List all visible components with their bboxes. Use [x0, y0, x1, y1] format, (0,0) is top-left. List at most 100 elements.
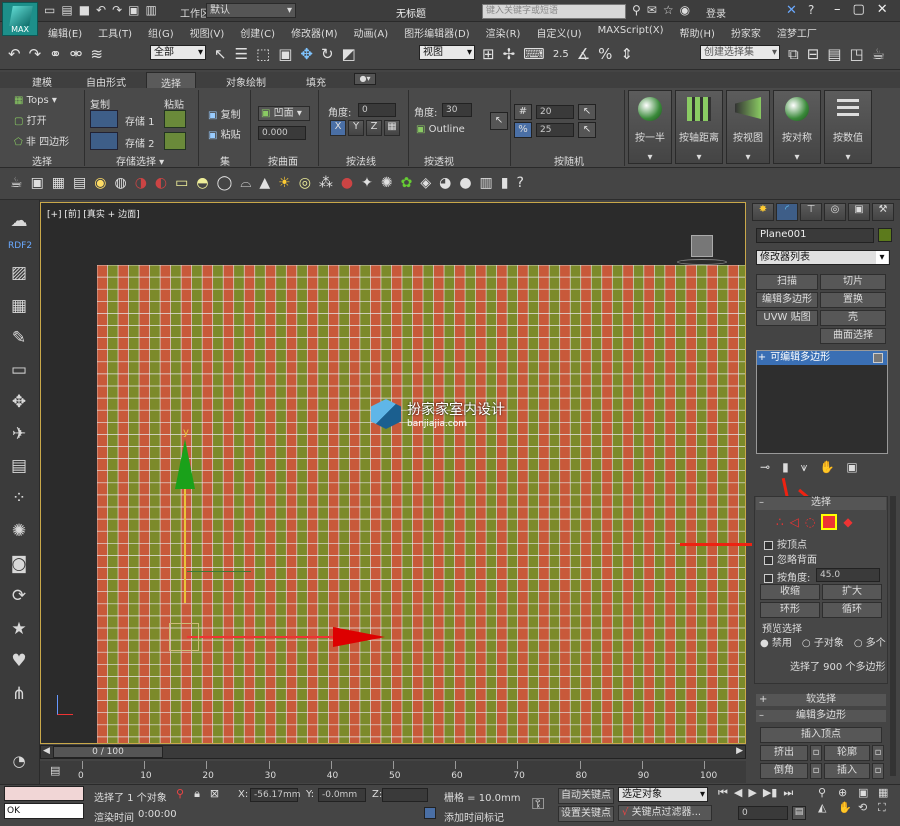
- ignore-back-checkbox[interactable]: 忽略背面: [764, 551, 817, 566]
- selection-filter-dropdown[interactable]: 全部 ▾: [150, 45, 206, 60]
- viewport-label[interactable]: [+] [前] [真实 + 边面]: [47, 207, 140, 220]
- display-tab-icon[interactable]: ▣: [848, 203, 870, 221]
- ref-coord-dropdown[interactable]: 视图 ▾: [419, 45, 475, 60]
- pivot-icon[interactable]: ⊞: [482, 45, 495, 63]
- edit-poly-button[interactable]: 编辑多边形: [756, 292, 818, 308]
- share-icon[interactable]: ⋔: [8, 683, 30, 705]
- set-paste-button[interactable]: ▣ 粘贴: [208, 126, 241, 141]
- key-mode-dropdown[interactable]: 选定对象 ▾: [618, 787, 708, 802]
- slice-button[interactable]: 切片: [820, 274, 886, 290]
- outline-settings-button[interactable]: ▫: [872, 745, 884, 761]
- sun-icon[interactable]: ☀: [278, 175, 291, 191]
- show-result-icon[interactable]: ▮: [782, 460, 789, 475]
- window-crossing-icon[interactable]: ▣: [278, 45, 292, 63]
- store1-paste-button[interactable]: [164, 110, 186, 128]
- y-coordinate-field[interactable]: -0.0mm: [318, 788, 366, 802]
- login-link[interactable]: 登录: [706, 5, 726, 20]
- hierarchy-tab-icon[interactable]: ⊤: [800, 203, 822, 221]
- link-icon[interactable]: ⚭: [49, 45, 62, 63]
- edit-icon[interactable]: ✎: [8, 327, 30, 349]
- select-by-name-icon[interactable]: ☰: [235, 45, 248, 63]
- render-table-icon[interactable]: ▤: [73, 175, 86, 191]
- absolute-mode-icon[interactable]: ⊠: [210, 787, 219, 801]
- create-tab-icon[interactable]: ✸: [752, 203, 774, 221]
- viewport[interactable]: [+] [前] [真实 + 边面] y 扮家家室内设计 banjiajia.co…: [40, 202, 746, 744]
- inset-button[interactable]: 插入: [824, 763, 870, 779]
- x-coordinate-field[interactable]: -56.17mm: [250, 788, 301, 802]
- menu-item[interactable]: 工具(T): [90, 22, 140, 40]
- select-move-icon[interactable]: ✥: [300, 45, 313, 63]
- object-name-field[interactable]: Plane001: [756, 228, 874, 243]
- edge-icon[interactable]: ◁: [790, 515, 799, 529]
- tab-freeform[interactable]: 自由形式: [86, 74, 126, 89]
- modifier-stack-item[interactable]: + 可编辑多边形: [757, 351, 887, 365]
- maximize-icon[interactable]: ▢: [853, 2, 865, 17]
- big-button-symmetry[interactable]: 按对称 ▾: [773, 90, 821, 164]
- open-button[interactable]: 打开: [27, 116, 47, 127]
- sphere-light-icon[interactable]: ◯: [217, 175, 233, 191]
- rdf-cloud-icon[interactable]: ☁: [8, 210, 30, 232]
- random-select-icon[interactable]: ↖: [578, 104, 596, 120]
- auto-key-button[interactable]: 自动关键点: [558, 788, 614, 804]
- cone-icon[interactable]: ▲: [259, 175, 270, 191]
- help-circle-icon[interactable]: ?: [517, 175, 524, 191]
- save-render-icon[interactable]: ▮: [501, 175, 509, 191]
- user-icon[interactable]: ◉: [680, 3, 690, 17]
- store1-copy-button[interactable]: [90, 110, 118, 128]
- zoom-extents-icon[interactable]: ▣: [858, 786, 876, 799]
- normal-angle-field[interactable]: 0: [358, 103, 396, 117]
- snap-toggle-icon[interactable]: 2.5: [553, 49, 569, 60]
- displace-button[interactable]: 置换: [820, 292, 886, 308]
- menu-item[interactable]: 渲染(R): [478, 22, 529, 40]
- time-config-icon[interactable]: ▤: [792, 806, 806, 820]
- material-editor-icon[interactable]: ▦: [52, 175, 65, 191]
- displacement-icon[interactable]: ✦: [361, 175, 373, 191]
- settings-icon[interactable]: ✺: [8, 520, 30, 542]
- ox-icon[interactable]: ◕: [439, 175, 451, 191]
- teapot-icon[interactable]: ☕: [872, 45, 885, 63]
- go-start-icon[interactable]: ⏮: [718, 786, 728, 800]
- camera-icon[interactable]: ◙: [8, 553, 30, 575]
- render-setup-icon[interactable]: ◳: [849, 45, 863, 63]
- vertex-icon[interactable]: ∴: [776, 515, 784, 529]
- store2-paste-button[interactable]: [164, 132, 186, 150]
- angle-field[interactable]: 45.0: [816, 568, 880, 582]
- basket-icon[interactable]: ⌓: [240, 175, 251, 191]
- communication-icon[interactable]: ✉: [647, 3, 657, 17]
- axis-z-button[interactable]: Z: [366, 120, 382, 136]
- select-rotate-icon[interactable]: ↻: [321, 45, 334, 63]
- binoculars-icon[interactable]: ⚲: [632, 3, 641, 17]
- prev-frame-icon[interactable]: ◀: [43, 746, 50, 756]
- named-selection-dropdown[interactable]: 创建选择集 ▾: [700, 45, 780, 60]
- zoom-extents-all-icon[interactable]: ▦: [878, 786, 896, 799]
- configure-sets-icon[interactable]: ▣: [846, 460, 857, 475]
- tops-button[interactable]: Tops: [27, 95, 49, 106]
- pan-icon[interactable]: ✋: [838, 801, 856, 815]
- menu-item[interactable]: 渲梦工厂: [769, 22, 825, 40]
- surface-value-field[interactable]: 0.000: [258, 126, 306, 140]
- dome-icon[interactable]: ◓: [196, 175, 208, 191]
- key-filters-button[interactable]: √ 关键点过滤器...: [618, 805, 712, 821]
- unlink-icon[interactable]: ⚮: [70, 45, 83, 63]
- uvw-map-button[interactable]: UVW 贴图: [756, 310, 818, 326]
- viewcube[interactable]: [691, 235, 713, 257]
- menu-item[interactable]: 编辑(E): [40, 22, 90, 40]
- menu-item[interactable]: 图形编辑器(D): [396, 22, 478, 40]
- persp-angle-field[interactable]: 30: [442, 103, 472, 117]
- sphere-fade-icon[interactable]: ✺: [381, 175, 393, 191]
- big-button-view[interactable]: 按视图 ▾: [726, 90, 770, 164]
- time-slider[interactable]: ◀ 0 / 100 ▶: [40, 745, 746, 759]
- fetch-icon[interactable]: ▥: [146, 3, 157, 17]
- orbit-icon[interactable]: ⟲: [858, 801, 876, 815]
- next-key-icon[interactable]: ▶▮: [763, 786, 778, 800]
- stack-expand-icon[interactable]: +: [757, 351, 767, 364]
- star-icon[interactable]: ☆: [663, 3, 674, 17]
- non-quad-button[interactable]: 非 四边形: [26, 137, 69, 148]
- play-icon[interactable]: ▶: [748, 786, 756, 800]
- fur-icon[interactable]: ⁂: [319, 175, 333, 191]
- bevel-settings-button[interactable]: ▫: [810, 763, 822, 779]
- bevel-button[interactable]: 倒角: [760, 763, 808, 779]
- random-value-2[interactable]: 25: [536, 123, 574, 137]
- image-icon[interactable]: ▨: [8, 262, 30, 284]
- menu-item[interactable]: MAXScript(X): [590, 22, 672, 40]
